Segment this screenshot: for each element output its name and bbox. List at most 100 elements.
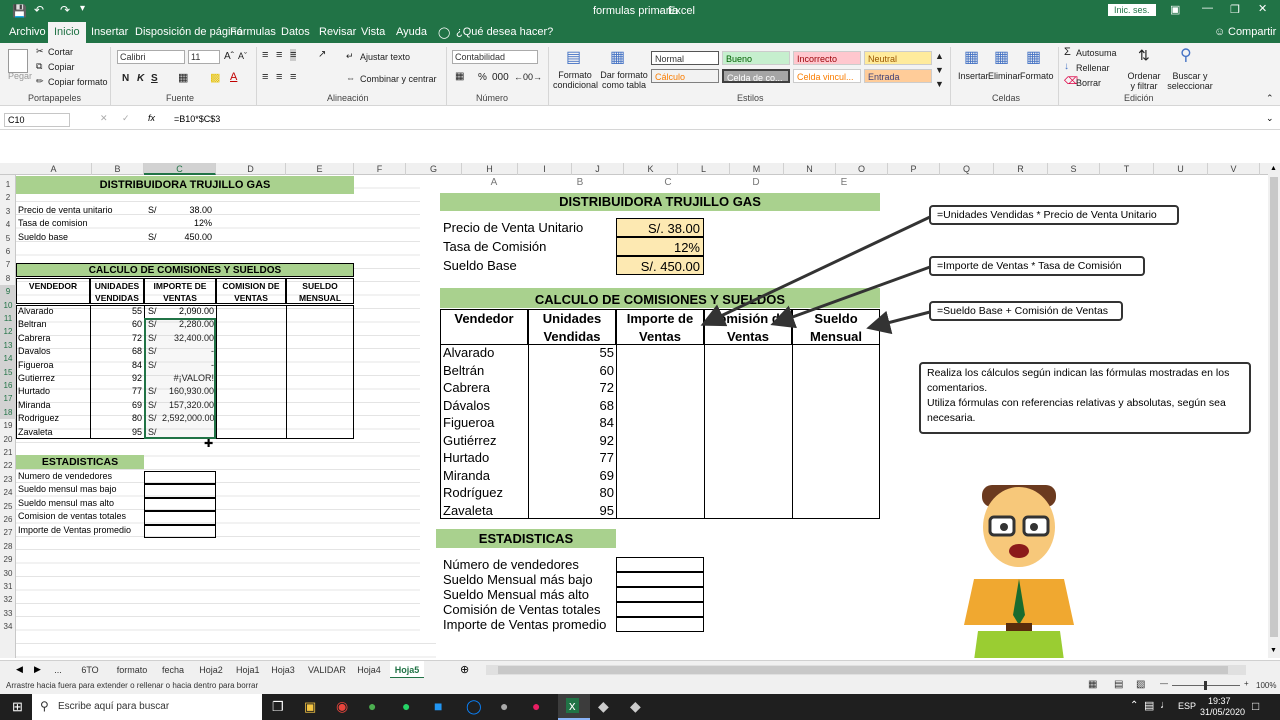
row-header-4[interactable]: 4	[0, 218, 16, 231]
table-row-units[interactable]: 92	[92, 373, 142, 383]
align-middle-icon[interactable]: ≡	[276, 49, 282, 61]
table-row-vendedor[interactable]: Rodriguez	[18, 413, 88, 423]
column-header-m[interactable]: M	[730, 163, 784, 175]
row-header-25[interactable]: 25	[0, 500, 16, 513]
accounting-icon[interactable]: ▦	[455, 71, 464, 82]
column-header-k[interactable]: K	[624, 163, 678, 175]
param-value[interactable]: 38.00	[166, 205, 212, 215]
styles-scroll-up-icon[interactable]: ▲	[935, 51, 944, 61]
notifications-icon[interactable]: □	[1252, 699, 1259, 713]
row-header-12[interactable]: 12	[0, 325, 16, 339]
tray-up-icon[interactable]: ⌃	[1130, 700, 1138, 711]
table-row-vendedor[interactable]: Miranda	[18, 400, 88, 410]
sheet-tab-hoja2[interactable]: Hoja2	[194, 661, 228, 679]
font-color-icon[interactable]: A	[230, 71, 237, 83]
taskbar-search[interactable]: ⚲ Escribe aquí para buscar	[32, 694, 262, 720]
network-icon[interactable]: ▤	[1144, 699, 1154, 712]
page-layout-icon[interactable]: ▤	[1114, 679, 1123, 690]
table-row-vendedor[interactable]: Zavaleta	[18, 427, 88, 437]
row-header-32[interactable]: 32	[0, 593, 16, 606]
column-header-d[interactable]: D	[216, 163, 286, 175]
style-celda-vinculada[interactable]: Celda vincul...	[793, 69, 861, 83]
number-format-select[interactable]: Contabilidad	[452, 50, 538, 64]
table-row-vendedor[interactable]: Davalos	[18, 346, 88, 356]
chrome-icon[interactable]: ◉	[336, 698, 348, 715]
stats-label[interactable]: Comision de ventas totales	[18, 511, 144, 521]
row-header-19[interactable]: 19	[0, 419, 16, 432]
scroll-down-icon[interactable]: ▼	[1270, 647, 1277, 654]
formula-input[interactable]: =B10*$C$3	[174, 114, 220, 124]
style-celda-comprobacion[interactable]: Celda de co...	[722, 69, 790, 83]
column-header-v[interactable]: V	[1208, 163, 1260, 175]
column-header-t[interactable]: T	[1100, 163, 1154, 175]
merge-center-button[interactable]: Combinar y centrar	[360, 74, 437, 84]
vertical-scrollbar[interactable]: ▲ ▼	[1268, 163, 1280, 658]
row-header-9[interactable]: 9	[0, 285, 16, 299]
table-row-vendedor[interactable]: Beltran	[18, 319, 88, 329]
column-header-r[interactable]: R	[994, 163, 1048, 175]
zoom-slider-thumb[interactable]	[1204, 681, 1207, 690]
stats-value-cell[interactable]	[144, 511, 216, 525]
paste-button[interactable]: Pegar	[8, 71, 32, 81]
stats-label[interactable]: Sueldo mensul mas alto	[18, 498, 144, 508]
row-header-16[interactable]: 16	[0, 379, 16, 393]
tell-me-input[interactable]: ¿Qué desea hacer?	[450, 22, 559, 43]
row-header-1[interactable]: 1	[0, 178, 16, 191]
column-header-p[interactable]: P	[888, 163, 940, 175]
percent-icon[interactable]: %	[478, 72, 487, 83]
column-header-a[interactable]: A	[16, 163, 92, 175]
fill-color-icon[interactable]: ▩	[210, 71, 220, 84]
tab-inicio[interactable]: Inicio	[48, 22, 86, 43]
styles-more-icon[interactable]: ▼	[935, 79, 944, 89]
copy-button[interactable]: Copiar	[48, 62, 75, 72]
param-label[interactable]: Sueldo base	[18, 232, 146, 242]
stats-value-cell[interactable]	[144, 497, 216, 512]
style-incorrecto[interactable]: Incorrecto	[793, 51, 861, 65]
increase-decimal-icon[interactable]: ←0	[514, 72, 528, 82]
tab-formulas[interactable]: Fórmulas	[224, 22, 282, 43]
row-header-7[interactable]: 7	[0, 258, 16, 271]
app2-icon[interactable]: ●	[532, 698, 540, 714]
table-row-vendedor[interactable]: Figueroa	[18, 360, 88, 370]
column-header-c[interactable]: C	[144, 163, 216, 175]
font-name-select[interactable]: Calibri	[117, 50, 185, 64]
cut-button[interactable]: Cortar	[48, 47, 73, 57]
section-title-cell[interactable]: CALCULO DE COMISIONES Y SUELDOS	[16, 263, 354, 277]
row-header-28[interactable]: 28	[0, 540, 16, 553]
tab-vista[interactable]: Vista	[355, 22, 391, 43]
sheet-tab-[interactable]: ...	[48, 661, 68, 679]
orientation-icon[interactable]: ↗	[318, 49, 326, 60]
delete-cells-button[interactable]: Eliminar	[988, 71, 1021, 81]
photoshop-icon[interactable]: ■	[434, 698, 442, 714]
column-header-f[interactable]: F	[354, 163, 406, 175]
table-row-amount[interactable]: 2,090.00	[162, 306, 214, 316]
stats-label[interactable]: Importe de Ventas promedio	[18, 525, 144, 535]
sheet-tab-hoja1[interactable]: Hoja1	[232, 661, 262, 679]
column-header-h[interactable]: H	[462, 163, 518, 175]
grow-font-icon[interactable]: Aˆ	[224, 51, 234, 62]
horizontal-scrollbar[interactable]	[486, 665, 1246, 675]
row-header-24[interactable]: 24	[0, 486, 16, 499]
column-header-i[interactable]: I	[518, 163, 572, 175]
excel-taskbar-button[interactable]: x	[558, 694, 590, 720]
worksheet-grid[interactable]: DISTRIBUIDORA TRUJILLO GAS Precio de ven…	[16, 175, 1268, 658]
align-right-icon[interactable]: ≡	[290, 71, 296, 83]
row-header-18[interactable]: 18	[0, 405, 16, 420]
edge-icon[interactable]: ◯	[466, 698, 482, 715]
cancel-icon[interactable]: ✕	[100, 113, 108, 124]
row-header-5[interactable]: 5	[0, 232, 16, 245]
tab-insertar[interactable]: Insertar	[85, 22, 134, 43]
align-center-icon[interactable]: ≡	[276, 71, 282, 83]
font-size-select[interactable]: 11	[188, 50, 220, 64]
app4-icon[interactable]: ◆	[630, 698, 641, 715]
param-value[interactable]: 12%	[166, 218, 212, 228]
column-header-e[interactable]: E	[286, 163, 354, 175]
table-header[interactable]: SUELDO MENSUAL	[286, 278, 354, 304]
stats-label[interactable]: Sueldo mensul mas bajo	[18, 484, 144, 494]
clock-time[interactable]: 19:37	[1208, 696, 1231, 706]
table-row-units[interactable]: 55	[92, 306, 142, 316]
zoom-out-icon[interactable]: —	[1160, 679, 1168, 688]
table-row-vendedor[interactable]: Hurtado	[18, 386, 88, 396]
row-header-27[interactable]: 27	[0, 526, 16, 539]
table-row-units[interactable]: 69	[92, 400, 142, 410]
